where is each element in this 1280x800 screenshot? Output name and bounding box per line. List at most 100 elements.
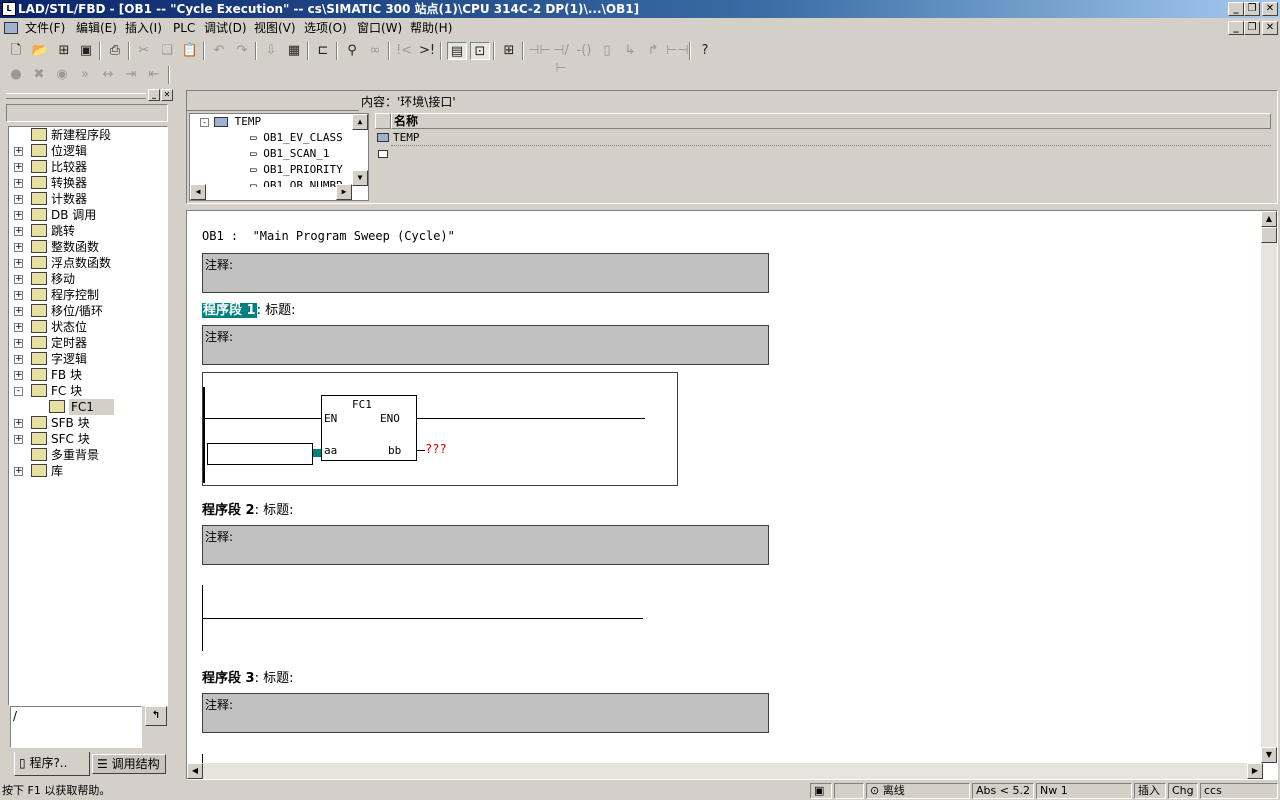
- tab-program-elements[interactable]: ▯ 程序?..: [14, 752, 90, 776]
- tree-item[interactable]: + SFB 块: [9, 415, 167, 431]
- expand-icon[interactable]: +: [14, 355, 23, 364]
- expand-icon[interactable]: +: [14, 419, 23, 428]
- breakpoints-active-icon[interactable]: ◉: [52, 66, 72, 84]
- redo-icon[interactable]: ↷: [232, 42, 252, 60]
- expand-icon[interactable]: +: [14, 179, 23, 188]
- expand-icon[interactable]: +: [14, 307, 23, 316]
- paste-icon[interactable]: 📋: [180, 42, 200, 60]
- left-input-action-button[interactable]: ↰: [145, 706, 167, 726]
- cut-icon[interactable]: ✂: [134, 42, 154, 60]
- module-info-icon[interactable]: ⊏: [313, 42, 333, 60]
- branch-prev-icon[interactable]: !<: [394, 42, 414, 60]
- tree-item[interactable]: - FC 块: [9, 383, 167, 399]
- menu-insert[interactable]: 插入(I): [121, 18, 166, 38]
- fc1-box[interactable]: FC1 EN ENO aa bb: [321, 395, 417, 461]
- new-icon[interactable]: 🗋: [6, 42, 26, 60]
- doc-restore-button[interactable]: ❐: [1244, 21, 1260, 35]
- tree-item[interactable]: + 定时器: [9, 335, 167, 351]
- tree-item[interactable]: + SFC 块: [9, 431, 167, 447]
- tree-item[interactable]: + 转换器: [9, 175, 167, 191]
- interface-row-empty[interactable]: [391, 146, 1271, 162]
- interface-tree-scroll-up[interactable]: ▲: [352, 114, 368, 130]
- editor-scroll-thumb[interactable]: [1261, 227, 1277, 243]
- tree-item[interactable]: + 库: [9, 463, 167, 479]
- block-comment[interactable]: 注释:: [202, 253, 769, 293]
- interface-tree-item[interactable]: ▭ OB1_PRIORITY: [250, 163, 343, 176]
- network-1-title[interactable]: 程序段 1: 标题:: [202, 299, 296, 318]
- network-3-title[interactable]: 程序段 3: 标题:: [202, 667, 294, 686]
- left-panel-close-button[interactable]: ✕: [161, 89, 173, 101]
- editor-scroll-right[interactable]: ▶: [1247, 763, 1263, 779]
- interface-tree-item[interactable]: ▭ OB1_SCAN_1: [250, 147, 329, 160]
- program-elements-tree[interactable]: 新建程序段 + 位逻辑 + 比较器 + 转换器 + 计数器 + DB 调用 + 跳转 + 整数函数 + 浮点数函…: [8, 126, 168, 706]
- tree-item[interactable]: + 浮点数函数: [9, 255, 167, 271]
- ladder-editor[interactable]: OB1 : "Main Program Sweep (Cycle)" 注释: 程…: [186, 210, 1278, 780]
- interface-tree-scroll-left[interactable]: ◀: [190, 184, 206, 200]
- step-into-icon[interactable]: ⇥: [121, 66, 141, 84]
- document-icon[interactable]: [4, 22, 18, 34]
- tree-item[interactable]: + 移动: [9, 271, 167, 287]
- menu-edit[interactable]: 编辑(E): [72, 18, 121, 38]
- interface-tree-item[interactable]: ▭ OB1_EV_CLASS: [250, 131, 343, 144]
- menu-debug[interactable]: 调试(D): [200, 18, 251, 38]
- tree-item[interactable]: + 比较器: [9, 159, 167, 175]
- menu-file[interactable]: 文件(F): [21, 18, 69, 38]
- expand-icon[interactable]: +: [14, 211, 23, 220]
- interface-tree-scroll-down[interactable]: ▼: [352, 170, 368, 186]
- menu-options[interactable]: 选项(O): [300, 18, 351, 38]
- expand-icon[interactable]: +: [14, 243, 23, 252]
- tree-item[interactable]: + 计数器: [9, 191, 167, 207]
- help-icon[interactable]: ?: [695, 42, 715, 60]
- continue-icon[interactable]: ↔: [98, 66, 118, 84]
- menu-view[interactable]: 视图(V): [250, 18, 300, 38]
- connection-icon[interactable]: ⊢⊣: [666, 42, 689, 60]
- menu-help[interactable]: 帮助(H): [406, 18, 456, 38]
- tree-item[interactable]: + 整数函数: [9, 239, 167, 255]
- editor-vscrollbar[interactable]: [1261, 211, 1277, 763]
- tree-item[interactable]: 新建程序段: [9, 127, 167, 143]
- download-icon[interactable]: ⇩: [261, 42, 281, 60]
- zoom-icon[interactable]: ⊡: [470, 42, 490, 60]
- details-icon[interactable]: ▤: [447, 42, 467, 60]
- copy-icon[interactable]: ❏: [157, 42, 177, 60]
- tree-item[interactable]: + DB 调用: [9, 207, 167, 223]
- contact-nc-icon[interactable]: ⊣/⊢: [551, 42, 571, 76]
- expand-icon[interactable]: +: [14, 339, 23, 348]
- editor-scroll-down[interactable]: ▼: [1261, 747, 1277, 763]
- tree-item[interactable]: + 程序控制: [9, 287, 167, 303]
- expand-icon[interactable]: +: [14, 147, 23, 156]
- tree-item[interactable]: 多重背景: [9, 447, 167, 463]
- expand-icon[interactable]: +: [14, 195, 23, 204]
- output-operand[interactable]: ???: [425, 442, 447, 456]
- expand-icon[interactable]: +: [14, 323, 23, 332]
- tree-item[interactable]: + FB 块: [9, 367, 167, 383]
- network-icon[interactable]: ⚲: [342, 42, 362, 60]
- open-icon[interactable]: 📂: [30, 42, 50, 60]
- tree-item[interactable]: FC1: [9, 399, 167, 415]
- expand-icon[interactable]: +: [14, 371, 23, 380]
- branch-next-icon[interactable]: >!: [417, 42, 437, 60]
- editor-scroll-left[interactable]: ◀: [187, 763, 203, 779]
- interface-row-temp[interactable]: TEMP: [391, 130, 1271, 146]
- open-branch-icon[interactable]: ↳: [620, 42, 640, 60]
- collapse-icon[interactable]: -: [14, 387, 23, 396]
- network-1-ladder[interactable]: FC1 EN ENO aa bb ???: [202, 372, 678, 486]
- left-input-field[interactable]: /: [10, 706, 142, 748]
- minimize-button[interactable]: _: [1228, 2, 1244, 16]
- network-2-ladder[interactable]: [202, 585, 644, 653]
- menu-plc[interactable]: PLC: [169, 18, 199, 38]
- left-panel-minimize-button[interactable]: _: [148, 89, 160, 101]
- interface-tree[interactable]: - TEMP ▭ OB1_EV_CLASS ▭ OB1_SCAN_1 ▭ OB1…: [189, 113, 369, 201]
- tab-call-structure[interactable]: ☰ 调用结构: [92, 754, 166, 774]
- expand-icon[interactable]: +: [14, 259, 23, 268]
- tree-item[interactable]: + 跳转: [9, 223, 167, 239]
- print-icon[interactable]: ⎙: [105, 42, 125, 60]
- network-2-title[interactable]: 程序段 2: 标题:: [202, 499, 294, 518]
- expand-icon[interactable]: +: [14, 291, 23, 300]
- delete-breakpoint-icon[interactable]: ✖: [29, 66, 49, 84]
- expand-icon[interactable]: +: [14, 435, 23, 444]
- monitor-icon[interactable]: ▦: [284, 42, 304, 60]
- overview-icon[interactable]: ∞: [365, 42, 385, 60]
- input-operand-field[interactable]: [207, 443, 313, 465]
- tree-item[interactable]: + 移位/循环: [9, 303, 167, 319]
